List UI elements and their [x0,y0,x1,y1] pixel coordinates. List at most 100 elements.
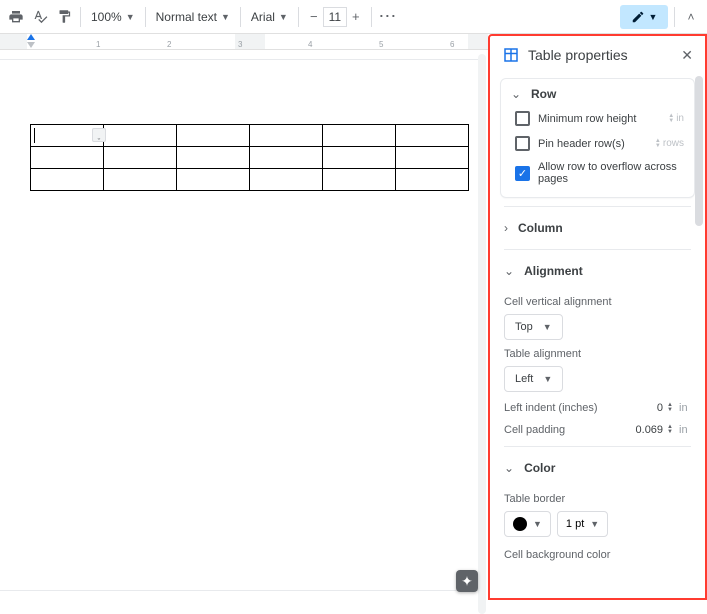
more-icon[interactable]: ⋯ [378,7,398,27]
vertical-scrollbar[interactable] [478,54,486,614]
style-select[interactable]: Normal text▼ [152,7,234,27]
explore-button[interactable]: ✦ [456,570,478,592]
table-cell[interactable] [31,169,104,191]
table-cell[interactable] [104,147,177,169]
table-align-value: Left [515,373,533,385]
table-row[interactable] [31,169,469,191]
border-width-select[interactable]: 1 pt▼ [557,511,608,537]
table-align-select[interactable]: Left▼ [504,366,563,392]
font-size-increase[interactable]: + [347,7,365,27]
table-border-label: Table border [504,493,691,505]
cell-va-select[interactable]: Top▼ [504,314,563,340]
table-cell[interactable] [31,147,104,169]
overflow-label: Allow row to overflow across pages [538,161,684,185]
left-indent-row: Left indent (inches) 0 ▲▼ in [504,402,691,414]
stepper-icon[interactable]: ▲▼ [668,114,674,124]
table-cell[interactable] [396,147,469,169]
expand-up-icon[interactable]: ˄ [681,7,701,27]
spellcheck-icon[interactable] [30,7,50,27]
toolbar: 100%▼ Normal text▼ Arial▼ − 11 + ⋯ ▼ ˄ [0,0,707,34]
stepper-icon[interactable]: ▲▼ [667,403,673,413]
toolbar-separator [674,7,675,27]
toolbar-separator [240,7,241,27]
font-size-value[interactable]: 11 [323,7,347,27]
font-size-controls: − 11 + [305,7,365,27]
table-cell[interactable] [396,169,469,191]
pin-header-unit: rows [663,138,684,149]
toolbar-separator [298,7,299,27]
table-cell[interactable] [104,169,177,191]
table-icon [502,46,520,64]
table-properties-panel: Table properties ✕ ⌄ Row Minimum row hei… [488,34,707,600]
cell-va-value: Top [515,321,533,333]
table-cell[interactable] [323,125,396,147]
left-indent-label: Left indent (inches) [504,402,629,414]
print-icon[interactable] [6,7,26,27]
editing-mode-button[interactable]: ▼ [620,5,668,29]
chevron-down-icon: ⌄ [511,87,523,101]
table-align-label: Table alignment [504,348,691,360]
pin-header-option: Pin header row(s) ▲▼rows [515,136,684,151]
zoom-value: 100% [91,10,122,24]
paint-format-icon[interactable] [54,7,74,27]
column-section-toggle[interactable]: › Column [504,211,691,245]
pin-header-label: Pin header row(s) [538,138,625,150]
chevron-down-icon: ⌄ [504,264,514,278]
column-section-label: Column [518,221,563,235]
border-color-select[interactable]: ▼ [504,511,551,537]
table-cell[interactable] [250,169,323,191]
table-cell[interactable] [177,169,250,191]
table-row[interactable] [31,147,469,169]
close-icon[interactable]: ✕ [681,47,693,64]
font-value: Arial [251,10,275,24]
alignment-section-toggle[interactable]: ⌄ Alignment [504,254,691,288]
min-row-height-label: Minimum row height [538,113,636,125]
sidebar-scrollbar[interactable] [695,76,703,226]
pin-header-checkbox[interactable] [515,136,530,151]
toolbar-separator [371,7,372,27]
table-cell[interactable] [250,147,323,169]
cell-padding-input[interactable]: 0.069 [629,424,667,436]
cell-va-label: Cell vertical alignment [504,296,691,308]
table-cell[interactable] [323,169,396,191]
horizontal-ruler[interactable]: 1 2 3 4 5 6 [0,34,488,50]
chevron-down-icon: ⌄ [504,461,514,475]
alignment-section: ⌄ Alignment Cell vertical alignment Top▼… [504,254,691,436]
table-cell[interactable] [104,125,177,147]
sidebar-header: Table properties ✕ [490,36,705,74]
sidebar-title: Table properties [528,47,673,63]
border-color-swatch [513,517,527,531]
left-indent-unit: in [679,402,691,414]
row-section-toggle[interactable]: ⌄ Row [501,79,694,109]
cell-bg-label: Cell background color [504,549,691,561]
left-indent-input[interactable]: 0 [629,402,667,414]
chevron-right-icon: › [504,221,508,235]
color-section-toggle[interactable]: ⌄ Color [504,451,691,485]
table-cell[interactable] [396,125,469,147]
row-section-label: Row [531,87,556,101]
cell-padding-row: Cell padding 0.069 ▲▼ in [504,424,691,436]
font-size-decrease[interactable]: − [305,7,323,27]
table-cell[interactable] [323,147,396,169]
cell-options-handle[interactable]: ˬ [92,128,106,142]
min-row-height-unit: in [676,113,684,124]
overflow-checkbox[interactable]: ✓ [515,166,530,181]
min-row-height-option: Minimum row height ▲▼in [515,111,684,126]
font-select[interactable]: Arial▼ [247,7,292,27]
table-cell[interactable] [250,125,323,147]
row-section: ⌄ Row Minimum row height ▲▼in Pin header… [500,78,695,198]
document-page[interactable]: ˬ [0,60,478,590]
ruler-ticks: 1 2 3 4 5 6 [30,40,488,48]
zoom-select[interactable]: 100%▼ [87,7,139,27]
table-cell[interactable] [177,147,250,169]
main-area: 1 2 3 4 5 6 ˬ ✦ Table properties ✕ [0,34,707,600]
style-value: Normal text [156,10,217,24]
border-width-value: 1 pt [566,518,584,530]
cell-padding-label: Cell padding [504,424,629,436]
table-cell[interactable] [177,125,250,147]
min-row-height-checkbox[interactable] [515,111,530,126]
stepper-icon[interactable]: ▲▼ [655,139,661,149]
document-area: 1 2 3 4 5 6 ˬ ✦ [0,34,488,600]
stepper-icon[interactable]: ▲▼ [667,425,673,435]
column-section: › Column [504,211,691,245]
